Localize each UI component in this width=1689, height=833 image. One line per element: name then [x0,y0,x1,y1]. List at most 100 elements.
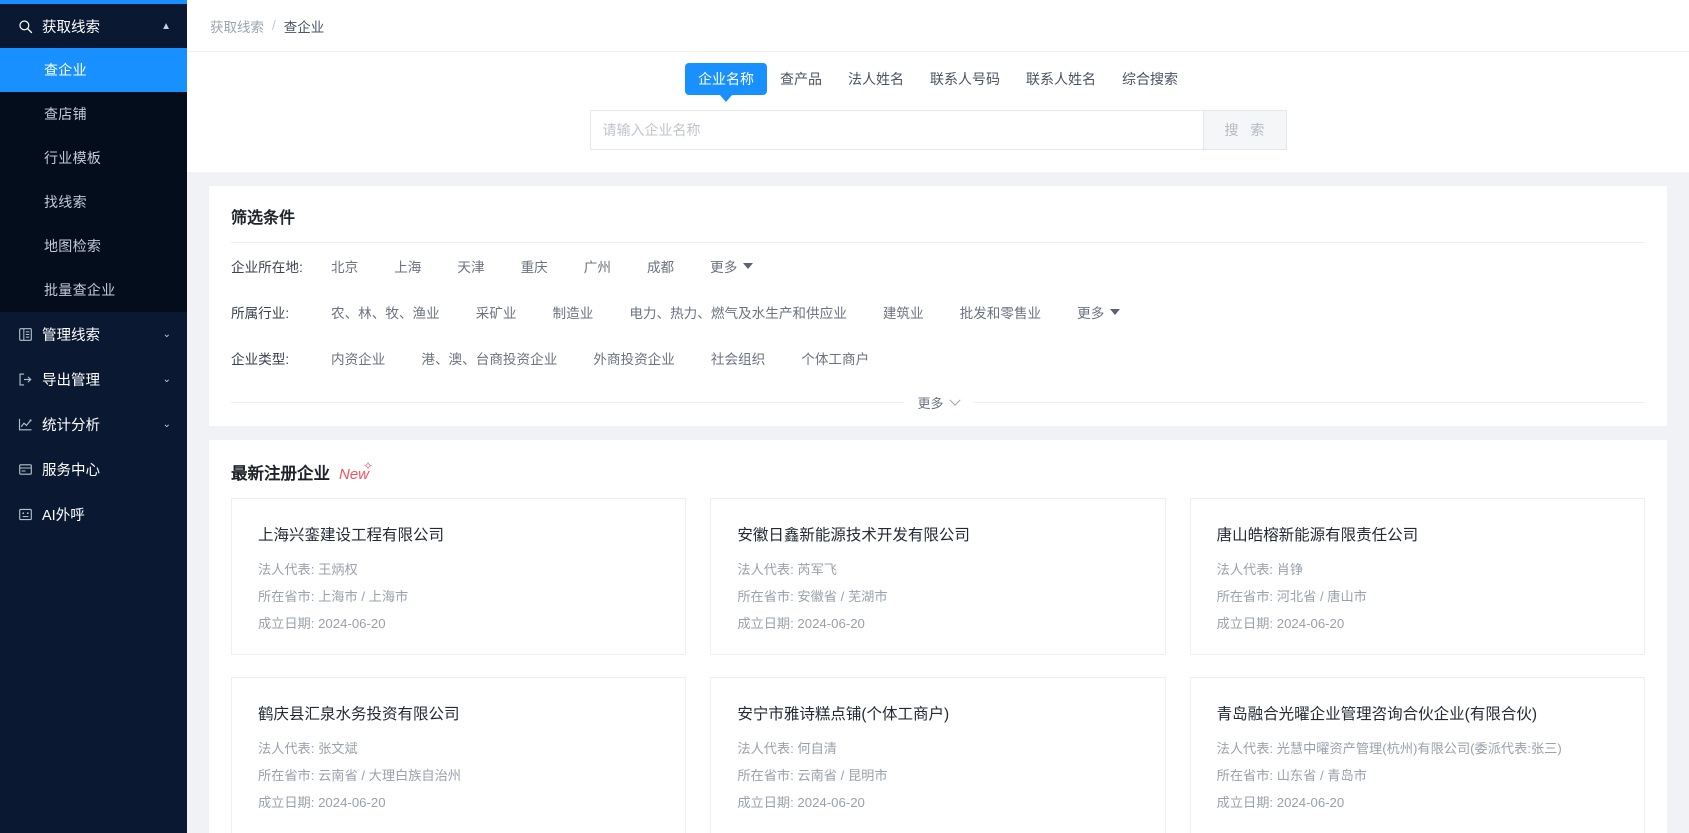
search-icon [18,19,33,34]
chevron-down-icon[interactable]: ⌄ [163,374,171,385]
sidebar-group-export-manage[interactable]: 导出管理 ⌄ [0,357,187,402]
company-card[interactable]: 安宁市雅诗糕点铺(个体工商户) 法人代表: 何自清 所在省市: 云南省 / 昆明… [710,677,1166,833]
sidebar-item-hangye-muban[interactable]: 行业模板 [0,136,187,180]
company-card[interactable]: 上海兴銮建设工程有限公司 法人代表: 王炳权 所在省市: 上海市 / 上海市 成… [231,498,687,655]
legal-label: 法人代表: [737,741,794,756]
filter-option[interactable]: 重庆 [503,256,566,276]
chevron-up-icon[interactable]: ▲ [161,21,171,32]
chevron-down-icon[interactable]: ⌄ [163,419,171,430]
company-region-line: 所在省市: 云南省 / 昆明市 [737,765,1138,784]
sidebar: 获取线索 ▲ 查企业 查店铺 行业模板 找线索 地图检索 批量查企业 管理线索 … [0,0,187,833]
app-root: 获取线索 ▲ 查企业 查店铺 行业模板 找线索 地图检索 批量查企业 管理线索 … [0,0,1689,833]
tab-company-name[interactable]: 企业名称 [685,63,767,95]
filter-option[interactable]: 北京 [313,256,376,276]
tab-comprehensive-search[interactable]: 综合搜索 [1109,63,1191,95]
search-tabs: 企业名称 查产品 法人姓名 联系人号码 联系人姓名 综合搜索 [685,62,1191,96]
sidebar-item-ditu-jiansuo[interactable]: 地图检索 [0,224,187,268]
legal-label: 法人代表: [1216,741,1274,756]
sidebar-item-zhao-xiansuo[interactable]: 找线索 [0,180,187,224]
legal-value: 肖铮 [1276,562,1304,577]
sidebar-group-label: 导出管理 [42,373,100,389]
filter-option[interactable]: 成都 [629,256,692,276]
filter-option[interactable]: 个体工商户 [783,348,887,368]
company-legal-line: 法人代表: 张文斌 [258,738,659,757]
company-name[interactable]: 鹤庆县汇泉水务投资有限公司 [258,702,659,724]
sidebar-item-label: 地图检索 [44,238,102,254]
region-value: 安徽省 / 芜湖市 [797,589,888,604]
date-label: 成立日期: [737,795,794,810]
filter-option[interactable]: 建筑业 [865,302,942,322]
filter-card: 筛选条件 企业所在地: 北京 上海 天津 重庆 广州 成都 更多 所属行业: 农… [209,186,1667,426]
tab-contact-name[interactable]: 联系人姓名 [1013,63,1109,95]
search-input[interactable] [589,110,1203,150]
sidebar-item-label: 查店铺 [44,106,87,122]
sidebar-group-ai-outbound-call[interactable]: AI外呼 [0,492,187,537]
date-label: 成立日期: [1216,616,1274,631]
filter-option[interactable]: 天津 [439,256,502,276]
filter-option[interactable]: 农、林、牧、渔业 [313,302,458,322]
filter-option[interactable]: 上海 [376,256,439,276]
tab-contact-phone[interactable]: 联系人号码 [917,63,1013,95]
filter-option[interactable]: 港、澳、台商投资企业 [403,348,575,368]
sidebar-group-label: 管理线索 [42,328,100,344]
company-date-line: 成立日期: 2024-06-20 [1217,792,1618,811]
search-button[interactable]: 搜 索 [1202,110,1287,150]
chart-icon [18,417,33,432]
tab-legal-person-name[interactable]: 法人姓名 [835,63,917,95]
company-card[interactable]: 安徽日鑫新能源技术开发有限公司 法人代表: 芮军飞 所在省市: 安徽省 / 芜湖… [710,498,1166,655]
sidebar-item-label: 查企业 [44,62,87,78]
company-name[interactable]: 安徽日鑫新能源技术开发有限公司 [737,523,1138,545]
company-name[interactable]: 唐山皓榕新能源有限责任公司 [1217,523,1618,545]
search-row: 搜 索 [589,110,1287,150]
sidebar-group-label: 获取线索 [42,19,100,36]
filter-row-company-type: 企业类型: 内资企业 港、澳、台商投资企业 外商投资企业 社会组织 个体工商户 [231,335,1645,381]
filter-option[interactable]: 采矿业 [458,302,535,322]
filter-option[interactable]: 电力、热力、燃气及水生产和供应业 [611,302,865,322]
filter-option[interactable]: 内资企业 [313,348,403,368]
company-legal-line: 法人代表: 光慧中曜资产管理(杭州)有限公司(委派代表:张三) [1217,738,1618,757]
tab-product[interactable]: 查产品 [767,63,835,95]
sidebar-item-cha-dianpu[interactable]: 查店铺 [0,92,187,136]
filter-option[interactable]: 批发和零售业 [942,302,1060,322]
company-name[interactable]: 上海兴銮建设工程有限公司 [258,523,659,545]
company-card[interactable]: 鹤庆县汇泉水务投资有限公司 法人代表: 张文斌 所在省市: 云南省 / 大理白族… [231,677,687,833]
filter-option[interactable]: 广州 [566,256,629,276]
breadcrumb-separator: / [272,18,276,33]
filter-option[interactable]: 制造业 [535,302,612,322]
breadcrumb-parent[interactable]: 获取线索 [210,16,264,36]
sidebar-group-acquire-leads[interactable]: 获取线索 ▲ [0,4,187,48]
sidebar-group-stats-analysis[interactable]: 统计分析 ⌄ [0,402,187,447]
filter-more-location[interactable]: 更多 [692,256,771,276]
sidebar-group-label: AI外呼 [42,508,85,524]
filter-option[interactable]: 外商投资企业 [575,348,693,368]
filter-options: 农、林、牧、渔业 采矿业 制造业 电力、热力、燃气及水生产和供应业 建筑业 批发… [313,302,1138,322]
filter-options: 北京 上海 天津 重庆 广州 成都 更多 [313,256,771,276]
filter-more-industry[interactable]: 更多 [1059,302,1138,322]
sidebar-group-manage-leads[interactable]: 管理线索 ⌄ [0,312,187,357]
filter-option[interactable]: 社会组织 [693,348,783,368]
company-card[interactable]: 青岛融合光曜企业管理咨询合伙企业(有限合伙) 法人代表: 光慧中曜资产管理(杭州… [1189,677,1645,833]
filter-expand-row: 更多 [231,381,1646,426]
sidebar-group-service-center[interactable]: 服务中心 [0,447,187,492]
search-panel: 企业名称 查产品 法人姓名 联系人号码 联系人姓名 综合搜索 请输入企业名称 搜… [187,52,1689,172]
region-label: 所在省市: [258,589,315,604]
date-value: 2024-06-20 [1276,616,1345,631]
sidebar-item-label: 行业模板 [44,150,102,166]
sidebar-item-piliang-cha-qiye[interactable]: 批量查企业 [0,268,187,312]
latest-header: 最新注册企业 New ✧ [231,459,1645,484]
company-date-line: 成立日期: 2024-06-20 [1217,613,1618,632]
sidebar-item-cha-qiye[interactable]: 查企业 [0,48,187,92]
filter-options: 内资企业 港、澳、台商投资企业 外商投资企业 社会组织 个体工商户 [313,348,887,368]
tab-label: 查产品 [780,71,822,87]
company-name[interactable]: 安宁市雅诗糕点铺(个体工商户) [737,702,1138,724]
company-card[interactable]: 唐山皓榕新能源有限责任公司 法人代表: 肖铮 所在省市: 河北省 / 唐山市 成… [1189,498,1645,655]
date-value: 2024-06-20 [797,795,865,810]
company-name[interactable]: 青岛融合光曜企业管理咨询合伙企业(有限合伙) [1217,702,1618,724]
region-value: 河北省 / 唐山市 [1276,589,1367,604]
filter-expand-button[interactable]: 更多 [904,393,973,412]
legal-value: 王炳权 [318,562,358,577]
breadcrumb: 获取线索 / 查企业 [187,0,1689,52]
chevron-down-icon[interactable]: ⌄ [163,329,171,340]
sidebar-item-label: 找线索 [44,194,87,210]
date-label: 成立日期: [1216,795,1274,810]
